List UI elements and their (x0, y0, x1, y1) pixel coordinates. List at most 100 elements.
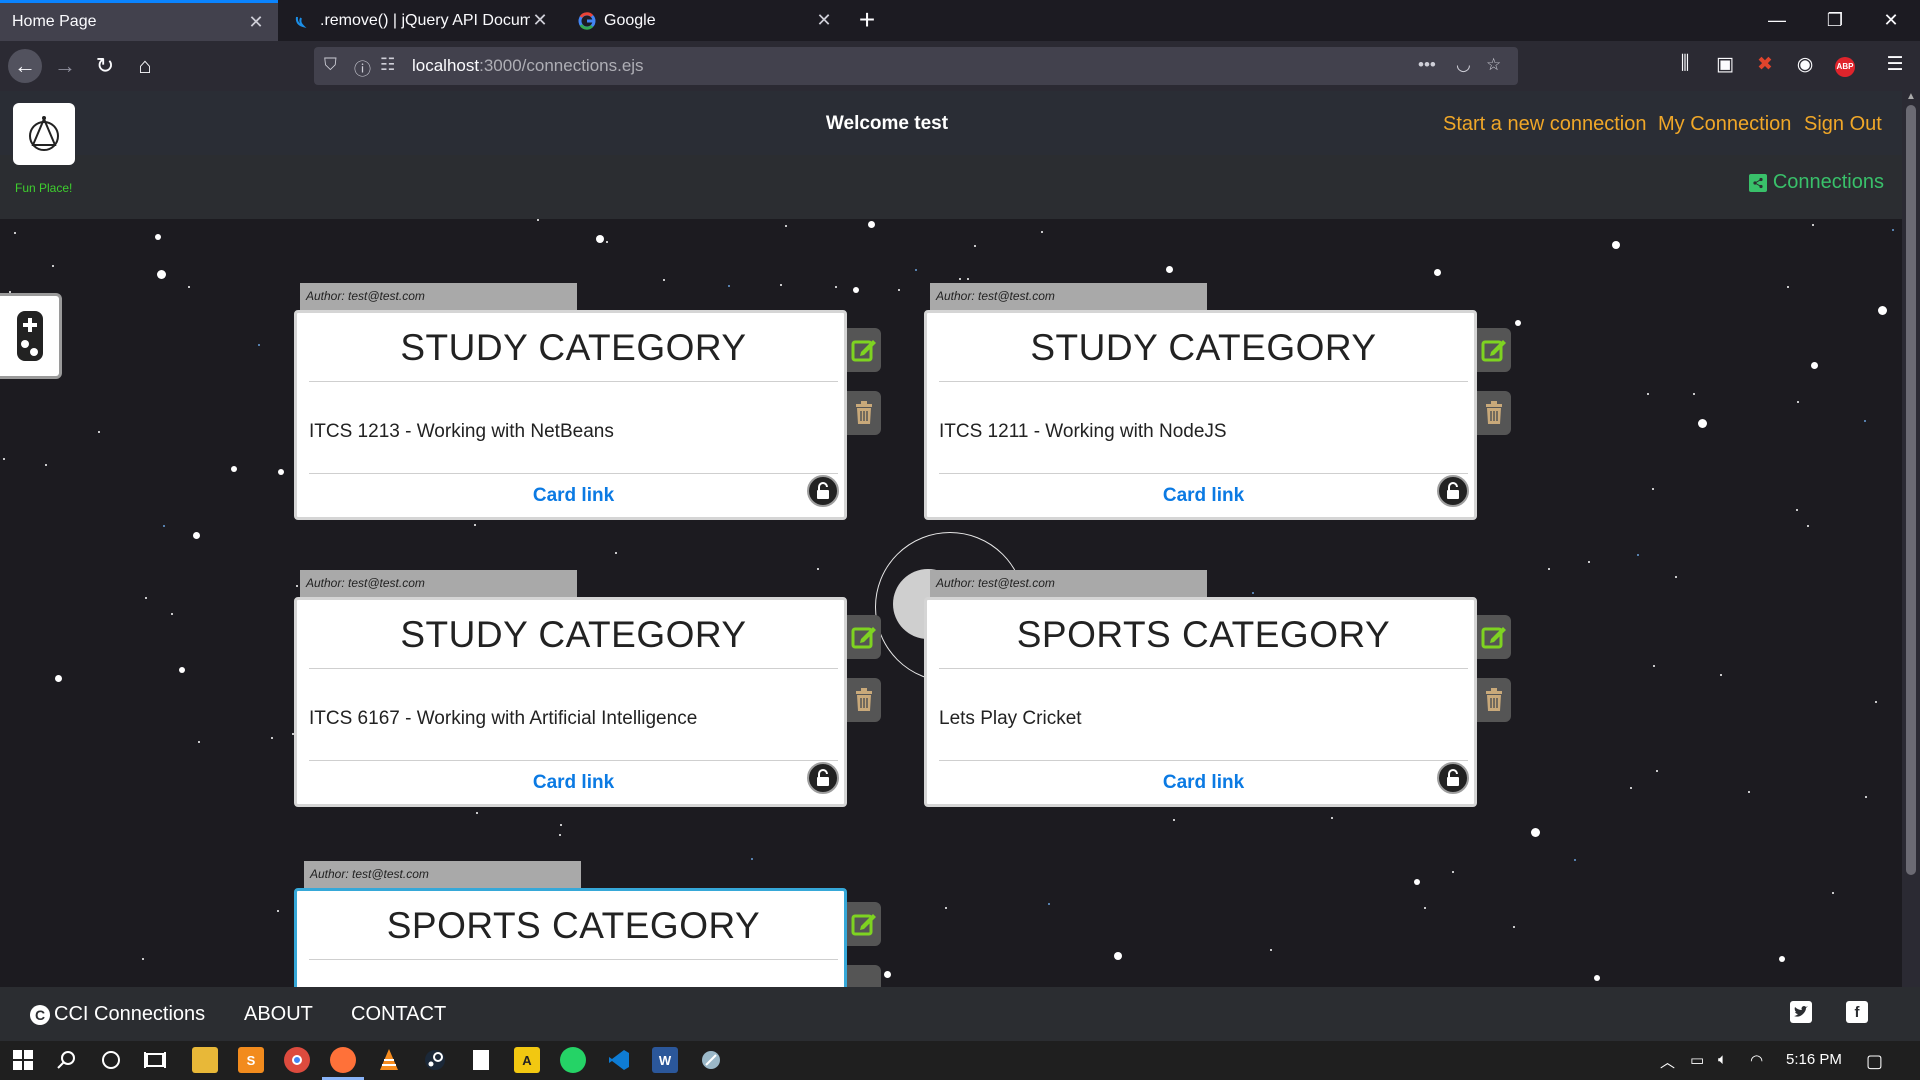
firefox-icon[interactable] (322, 1047, 364, 1080)
star (45, 464, 47, 466)
snipping-tool-icon[interactable] (698, 1047, 724, 1073)
nav-sign-out[interactable]: Sign Out (1804, 113, 1882, 136)
delete-button[interactable] (847, 965, 881, 987)
star (474, 524, 476, 526)
forward-button[interactable]: → (48, 49, 82, 83)
unlock-icon[interactable] (1437, 475, 1469, 507)
word-icon[interactable]: W (652, 1047, 678, 1073)
delete-button[interactable] (847, 678, 881, 722)
pocket-icon[interactable]: ◡ (1456, 55, 1471, 75)
notifications-icon[interactable]: ▢ (1866, 1051, 1883, 1072)
unlock-icon[interactable] (807, 475, 839, 507)
vscode-icon[interactable] (606, 1047, 632, 1073)
edit-button[interactable] (847, 902, 881, 946)
footer-link-contact[interactable]: CONTACT (351, 1003, 446, 1026)
star (193, 532, 200, 539)
edit-button[interactable] (1477, 328, 1511, 372)
shield-icon[interactable]: ⛉ (324, 55, 337, 75)
star (1878, 306, 1887, 315)
info-icon[interactable]: ⓘ (354, 55, 371, 80)
steam-icon[interactable] (422, 1047, 448, 1073)
page-actions-icon[interactable]: ••• (1418, 55, 1436, 75)
tray-chevron-icon[interactable]: ︿ (1660, 1051, 1675, 1072)
edit-button[interactable] (1477, 615, 1511, 659)
edit-button[interactable] (847, 328, 881, 372)
whatsapp-icon[interactable] (560, 1047, 586, 1073)
account-icon[interactable]: ◉ (1792, 53, 1818, 76)
footer-brand[interactable]: C CCI Connections (30, 1003, 205, 1026)
adblock-icon[interactable]: ABP (1832, 53, 1858, 77)
tab-home-page[interactable]: Home Page ✕ (0, 0, 278, 41)
nav-start-new-connection[interactable]: Start a new connection (1443, 113, 1646, 136)
star (1588, 561, 1590, 563)
home-button[interactable]: ⌂ (128, 49, 162, 83)
restore-button[interactable]: ❐ (1806, 0, 1864, 41)
scroll-up-icon[interactable]: ▲ (1902, 91, 1920, 102)
delete-button[interactable] (847, 391, 881, 435)
delete-button[interactable] (1477, 391, 1511, 435)
card-link[interactable]: Card link (297, 485, 850, 507)
card-title: SPORTS CATEGORY (309, 905, 838, 960)
connections-link[interactable]: Connections (1748, 171, 1884, 194)
star (1865, 796, 1867, 798)
app-icon[interactable]: A (514, 1047, 540, 1073)
library-icon[interactable]: ⫼ (1672, 53, 1698, 75)
window-close-button[interactable]: ✕ (1862, 0, 1920, 41)
task-view-icon[interactable] (142, 1047, 168, 1073)
chrome-icon[interactable] (284, 1047, 310, 1073)
star (1875, 701, 1877, 703)
close-icon[interactable]: ✕ (814, 10, 834, 31)
search-icon[interactable] (54, 1047, 80, 1073)
back-button[interactable]: ← (8, 49, 42, 83)
permissions-icon[interactable]: ☷ (380, 55, 395, 75)
edit-button[interactable] (847, 615, 881, 659)
facebook-icon[interactable]: f (1846, 1001, 1868, 1023)
vlc-icon[interactable] (376, 1047, 402, 1073)
copyright-icon: C (30, 1004, 50, 1025)
footer-link-about[interactable]: ABOUT (244, 1003, 313, 1026)
unlock-icon[interactable] (1437, 762, 1469, 794)
google-icon (578, 11, 596, 30)
close-icon[interactable]: ✕ (246, 12, 266, 33)
reload-button[interactable]: ↻ (88, 49, 122, 83)
nav-my-connection[interactable]: My Connection (1658, 113, 1791, 136)
star (1574, 859, 1576, 861)
notepad-icon[interactable] (468, 1047, 494, 1073)
clock[interactable]: 5:16 PM (1786, 1051, 1842, 1068)
star (171, 613, 173, 615)
sublime-text-icon[interactable]: S (238, 1047, 264, 1073)
extension-x-icon[interactable]: ✖ (1752, 53, 1778, 76)
page-scrollbar[interactable]: ▲ ▼ (1902, 91, 1920, 1041)
card-link[interactable]: Card link (927, 772, 1480, 794)
scroll-thumb[interactable] (1906, 105, 1916, 875)
cortana-icon[interactable] (98, 1047, 124, 1073)
gamepad-widget[interactable] (0, 293, 62, 379)
star (157, 270, 166, 279)
sidebar-icon[interactable]: ▣ (1712, 53, 1738, 76)
unlock-icon[interactable] (807, 762, 839, 794)
delete-button[interactable] (1477, 678, 1511, 722)
windows-start-icon[interactable] (10, 1047, 36, 1073)
card-body: SPORTS CATEGORY Lets Play Cricket Card l… (924, 597, 1477, 807)
menu-icon[interactable]: ☰ (1882, 53, 1908, 76)
url-bar[interactable]: ⛉ ⓘ ☷ localhost:3000/connections.ejs •••… (314, 47, 1518, 85)
star (1515, 320, 1521, 326)
connections-label: Connections (1772, 171, 1884, 193)
star (615, 552, 617, 554)
minimize-button[interactable]: — (1748, 0, 1806, 41)
card-link[interactable]: Card link (927, 485, 1480, 507)
wifi-icon[interactable]: ◠ (1750, 1051, 1763, 1069)
volume-icon[interactable]: 🔈︎ (1718, 1051, 1727, 1068)
new-tab-button[interactable]: + (850, 4, 884, 38)
battery-icon[interactable]: ▭ (1690, 1051, 1704, 1069)
twitter-icon[interactable] (1790, 1001, 1812, 1023)
close-icon[interactable]: ✕ (530, 10, 550, 31)
site-logo[interactable] (13, 103, 75, 165)
tab-google[interactable]: Google ✕ (566, 0, 846, 41)
tab-jquery[interactable]: .remove() | jQuery API Documen ✕ (282, 0, 562, 41)
file-explorer-icon[interactable] (192, 1047, 218, 1073)
bookmark-star-icon[interactable]: ☆ (1486, 55, 1501, 75)
card-link[interactable]: Card link (297, 772, 850, 794)
star (606, 241, 608, 243)
star (1166, 266, 1173, 273)
